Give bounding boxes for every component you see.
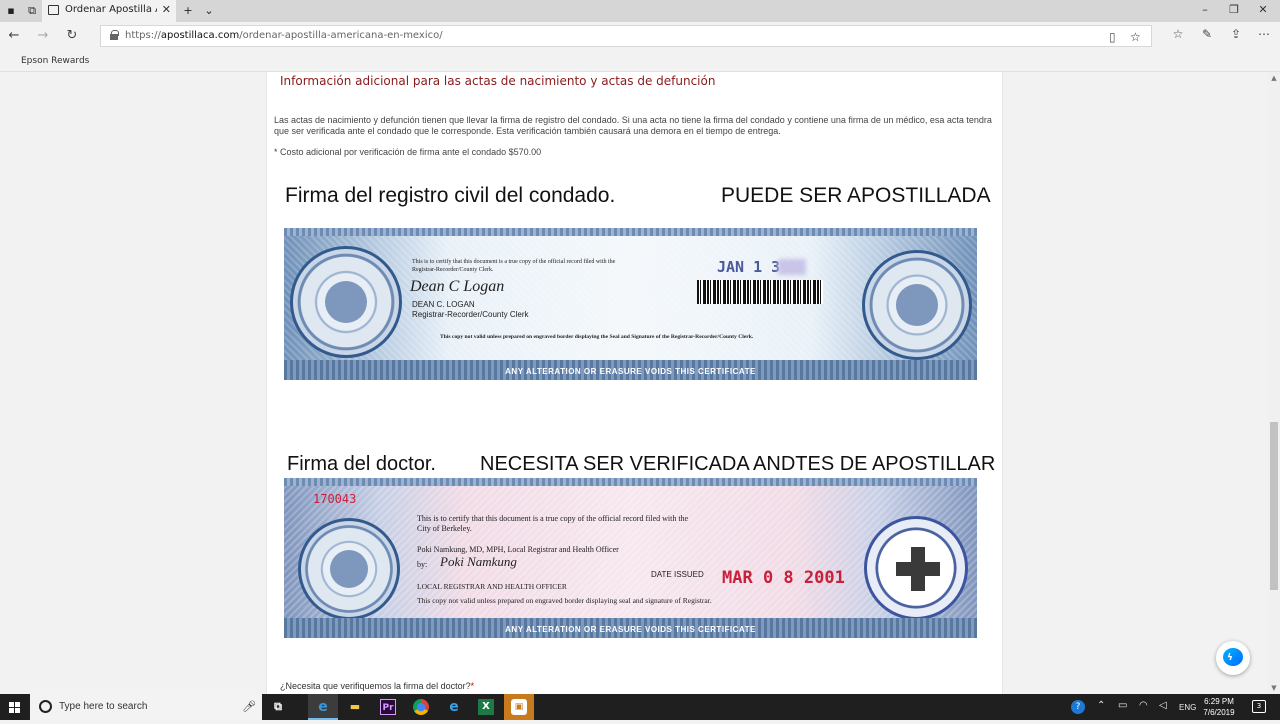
notification-center-icon[interactable]: 3 (1252, 700, 1266, 713)
tab-actions-icon[interactable]: ▪ (5, 5, 17, 17)
redacted-year (778, 259, 806, 275)
favorites-bar: Epson Rewards (0, 50, 1280, 72)
cost-note: * Costo adicional por verificación de fi… (274, 147, 542, 157)
messenger-chat-button[interactable]: ϟ (1216, 641, 1250, 675)
excel-icon: X (478, 699, 494, 715)
close-window-icon[interactable]: ✕ (1253, 3, 1273, 16)
language-indicator[interactable]: ENG (1179, 703, 1196, 712)
date-issued-stamp: MAR 0 8 2001 (722, 568, 845, 588)
page-icon (48, 5, 59, 15)
close-tab-icon[interactable]: ✕ (162, 3, 171, 16)
chevron-down-icon[interactable]: ⌄ (203, 5, 215, 17)
reading-view-icon[interactable]: ▯ (1109, 30, 1116, 44)
refresh-icon[interactable]: ↻ (64, 28, 80, 44)
back-tabs-icon[interactable]: ⧉ (26, 5, 38, 17)
tab-active[interactable]: Ordenar Apostilla Amer ✕ (42, 0, 176, 22)
task-view-button[interactable]: ⧉ (263, 694, 293, 720)
pen-icon[interactable]: ✎ (1199, 27, 1215, 41)
verify-signature-question: ¿Necesita que verifiquemos la firma del … (280, 681, 475, 691)
address-bar: ← → ↻ https://apostillaca.com/ordenar-ap… (0, 22, 1280, 50)
chrome-icon: ● (413, 699, 429, 715)
page-scrollbar[interactable]: ▲ ▼ (1268, 72, 1280, 694)
new-tab-icon[interactable]: + (182, 5, 194, 17)
app-icon: ▣ (511, 699, 527, 715)
url-field[interactable]: https://apostillaca.com/ordenar-apostill… (100, 25, 1152, 47)
edge-icon: e (318, 699, 328, 715)
tab-bar: ▪ ⧉ Ordenar Apostilla Amer ✕ + ⌄ – ❐ ✕ (0, 0, 1280, 22)
restore-icon[interactable]: ❐ (1224, 3, 1244, 16)
image2-caption-right: NECESITA SER VERIFICADA ANDTES DE APOSTI… (480, 453, 996, 475)
scroll-up-icon[interactable]: ▲ (1268, 72, 1280, 84)
county-seal-icon (862, 250, 972, 360)
volume-icon[interactable]: ◁ (1159, 700, 1167, 711)
info-paragraph: Las actas de nacimiento y defunción tien… (274, 115, 992, 136)
messenger-icon (1223, 648, 1243, 666)
image1-caption-right: PUEDE SER APOSTILLADA (721, 184, 991, 207)
back-arrow-icon[interactable]: ← (6, 28, 22, 44)
url-text: https://apostillaca.com/ordenar-apostill… (125, 30, 443, 41)
task-view-icon: ⧉ (274, 700, 282, 713)
required-marker: * (470, 681, 475, 691)
cortana-icon (39, 700, 52, 713)
battery-icon[interactable]: ▭ (1118, 700, 1127, 711)
premiere-icon: Pr (380, 699, 396, 715)
favorite-star-icon[interactable]: ☆ (1130, 30, 1141, 44)
windows-taskbar: Type here to search 🎤︎ ⧉ e ▬ Pr ● e X ▣ … (0, 694, 1280, 720)
taskbar-chrome[interactable]: ● (406, 694, 436, 720)
scroll-thumb[interactable] (1270, 422, 1278, 590)
image1-caption-left: Firma del registro civil del condado. (285, 184, 616, 207)
wifi-icon[interactable]: ◠ (1139, 700, 1148, 711)
windows-logo-icon (9, 702, 20, 713)
tab-title: Ordenar Apostilla Amer (65, 4, 157, 15)
signature: Dean C Logan (410, 278, 505, 295)
favorite-link[interactable]: Epson Rewards (21, 56, 89, 66)
favorites-hub-icon[interactable]: ☆ (1170, 27, 1186, 41)
taskbar-excel[interactable]: X (471, 694, 501, 720)
image2-caption-left: Firma del doctor. (287, 453, 436, 475)
internet-explorer-icon: e (449, 699, 459, 715)
lock-icon (110, 30, 119, 40)
taskbar-premiere[interactable]: Pr (373, 694, 403, 720)
content-column: Información adicional para las actas de … (266, 72, 1003, 694)
certificate-number: 170043 (313, 492, 357, 506)
date-stamp: JAN 1 3 (717, 258, 781, 276)
start-button[interactable] (0, 694, 30, 720)
folder-icon: ▬ (349, 700, 361, 713)
county-certificate-image: This is to certify that this document is… (284, 228, 977, 380)
taskbar-app-orange[interactable]: ▣ (504, 694, 534, 720)
taskbar-search-box[interactable]: Type here to search 🎤︎ (30, 694, 262, 720)
doctor-certificate-image: 170043 This is to certify that this docu… (284, 478, 977, 638)
california-seal-icon (298, 518, 400, 620)
more-menu-icon[interactable]: ⋯ (1256, 27, 1272, 41)
help-icon[interactable]: ? (1071, 700, 1085, 714)
taskbar-edge[interactable]: e (308, 694, 338, 720)
taskbar-internet-explorer[interactable]: e (439, 694, 469, 720)
health-department-seal-icon (864, 516, 968, 620)
microphone-icon[interactable]: 🎤︎ (242, 700, 256, 713)
share-icon[interactable]: ⇪ (1228, 27, 1244, 41)
scroll-down-icon[interactable]: ▼ (1268, 682, 1280, 694)
signature: Poki Namkung (440, 554, 517, 569)
forward-arrow-icon[interactable]: → (35, 28, 51, 44)
california-seal-icon (290, 246, 402, 358)
taskbar-file-explorer[interactable]: ▬ (340, 694, 370, 720)
barcode (697, 280, 823, 304)
chevron-up-icon[interactable]: ⌃ (1097, 700, 1105, 711)
section-heading: Información adicional para las actas de … (280, 74, 716, 88)
page-viewport: Información adicional para las actas de … (0, 72, 1268, 694)
minimize-icon[interactable]: – (1195, 3, 1215, 16)
taskbar-clock[interactable]: 6:29 PM 7/6/2019 (1196, 696, 1242, 718)
search-placeholder: Type here to search (59, 701, 148, 712)
